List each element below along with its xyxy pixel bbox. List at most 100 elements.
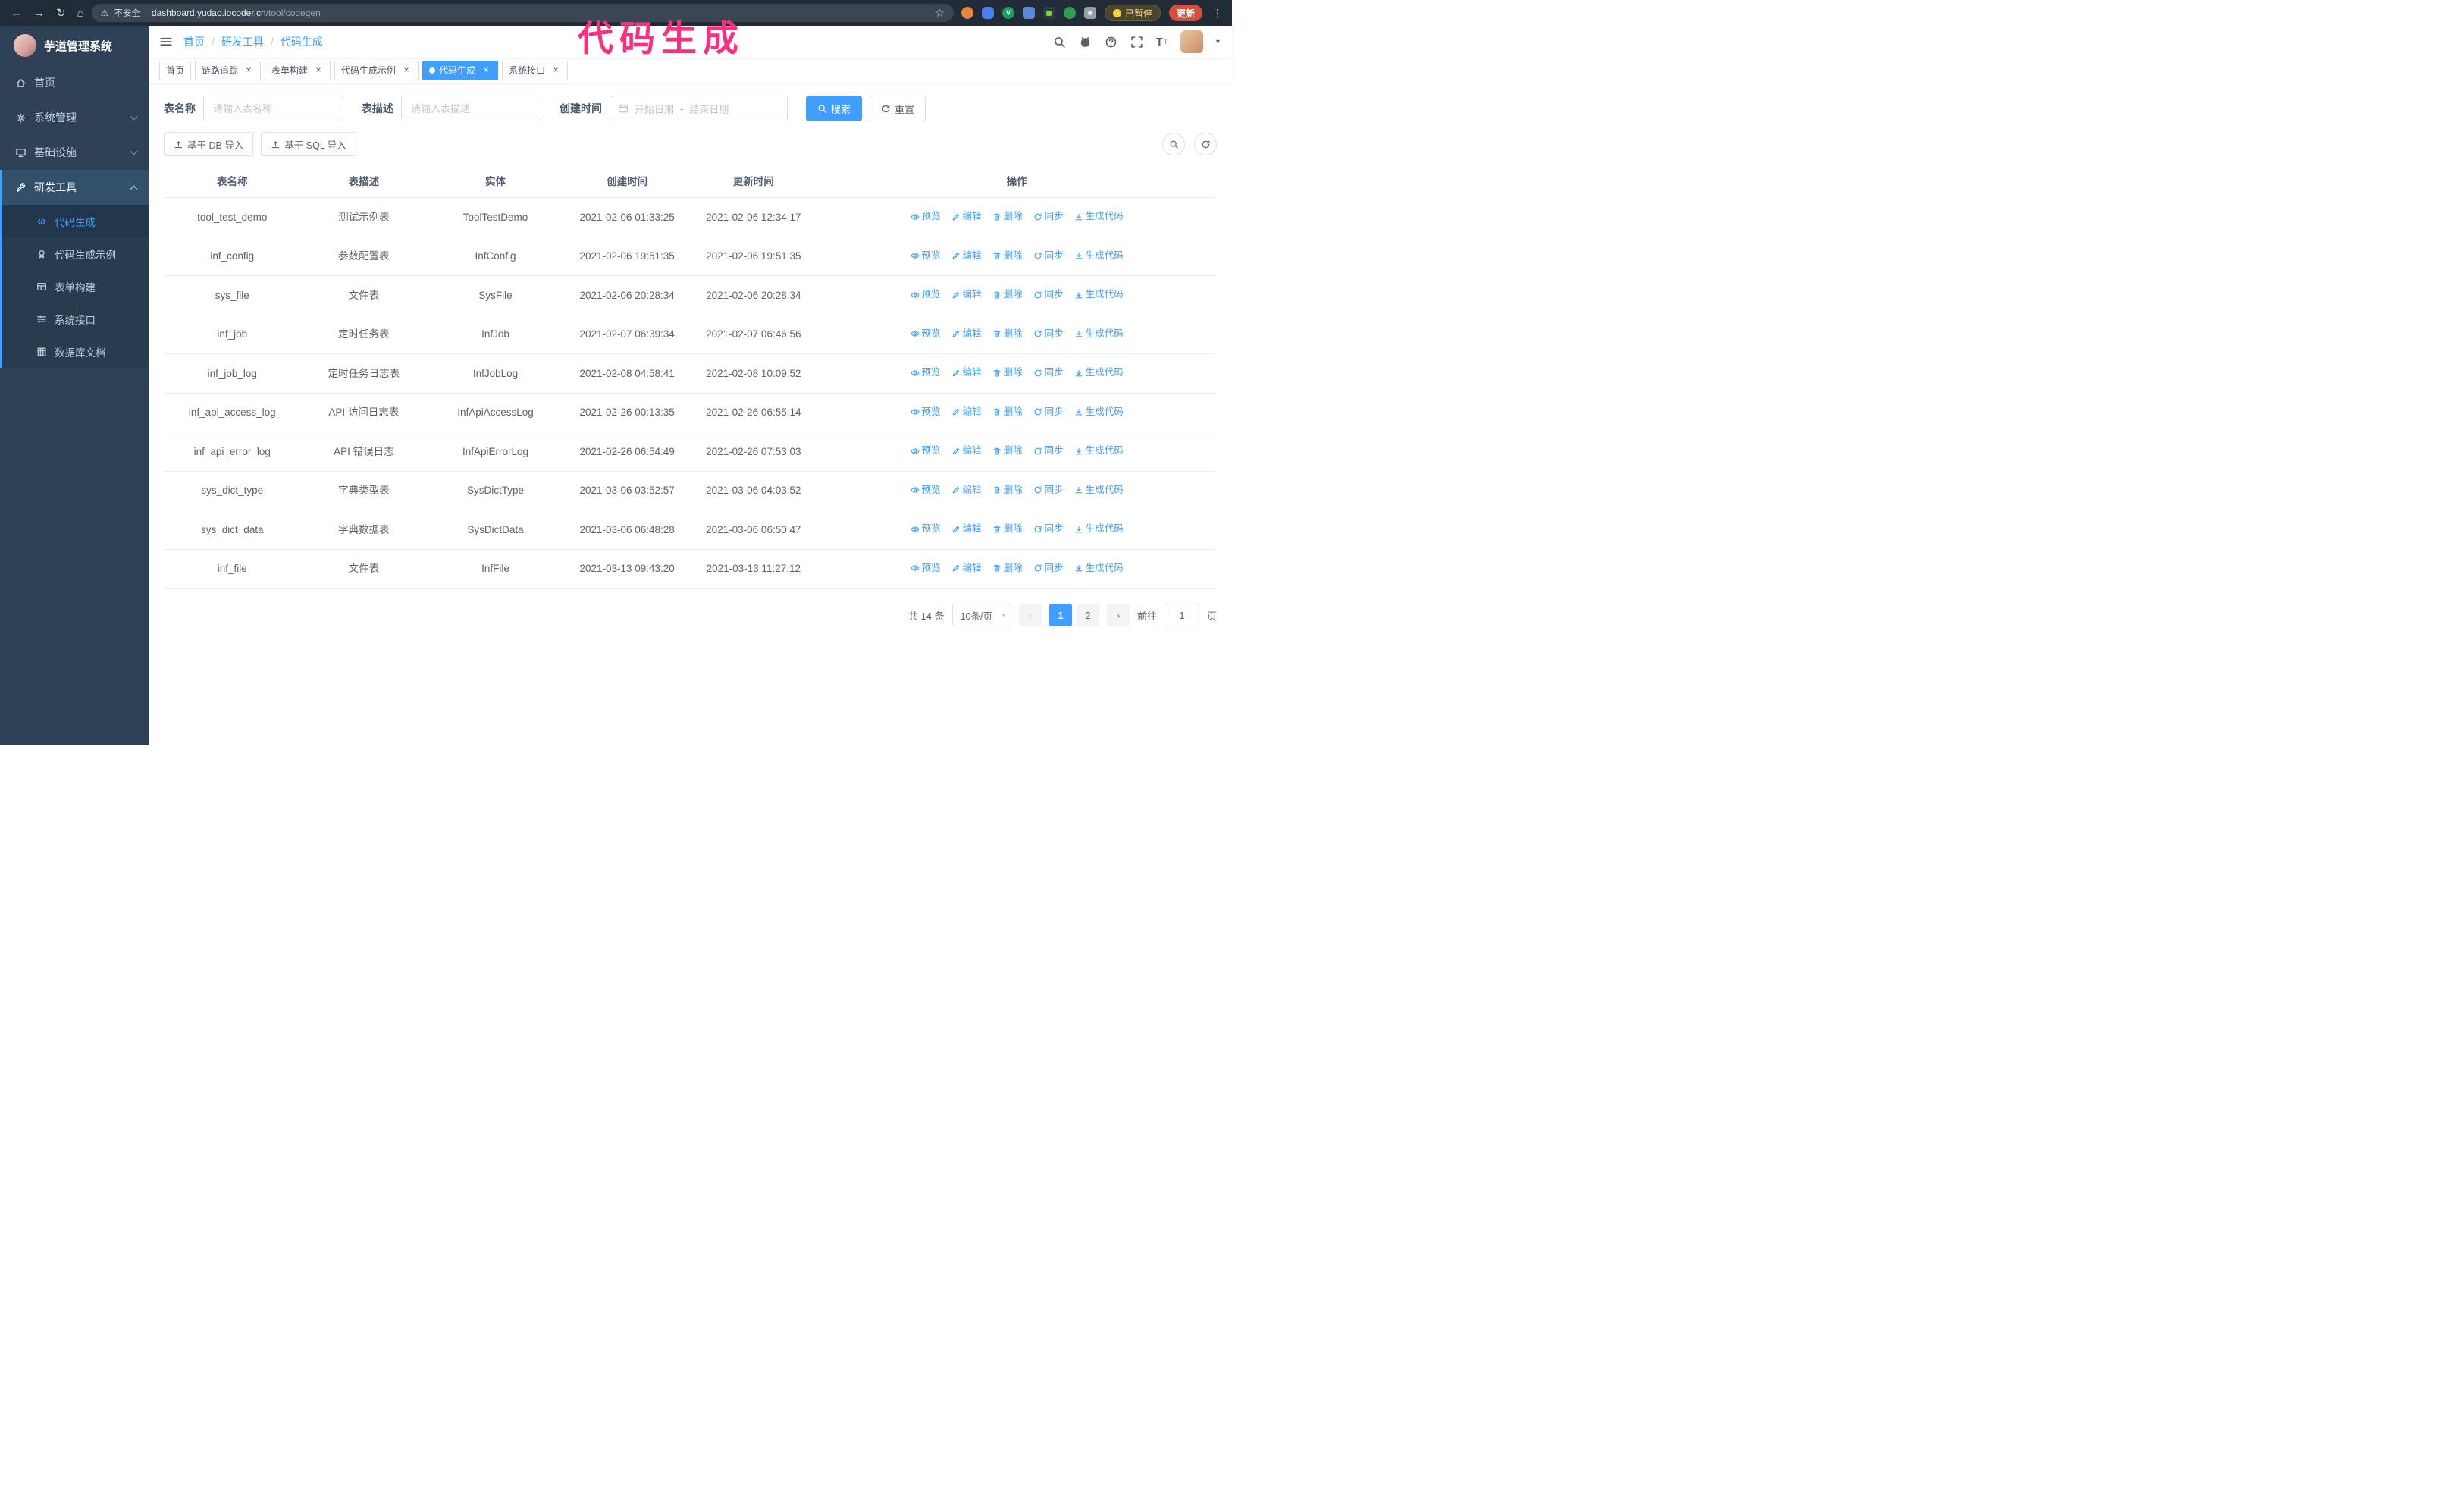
tab-系统接口[interactable]: 系统接口 ×	[502, 60, 569, 80]
sync-link[interactable]: 同步	[1033, 248, 1064, 264]
edit-link[interactable]: 编辑	[951, 248, 982, 264]
browser-home-button[interactable]: ⌂	[77, 8, 84, 19]
browser-menu-icon[interactable]: ⋮	[1211, 7, 1224, 20]
delete-link[interactable]: 删除	[992, 443, 1023, 459]
help-icon[interactable]	[1105, 36, 1118, 49]
generate-code-link[interactable]: 生成代码	[1074, 365, 1124, 381]
edit-link[interactable]: 编辑	[951, 209, 982, 224]
sidebar-item-首页[interactable]: 首页	[0, 65, 149, 100]
edit-link[interactable]: 编辑	[951, 521, 982, 537]
delete-link[interactable]: 删除	[992, 404, 1023, 420]
preview-link[interactable]: 预览	[911, 404, 941, 420]
breadcrumb-item[interactable]: 研发工具	[221, 34, 264, 49]
edit-link[interactable]: 编辑	[951, 365, 982, 381]
font-size-icon[interactable]: TT	[1156, 36, 1168, 49]
extension-icon[interactable]	[1063, 7, 1076, 19]
preview-link[interactable]: 预览	[911, 326, 941, 342]
generate-code-link[interactable]: 生成代码	[1074, 326, 1124, 342]
sync-link[interactable]: 同步	[1033, 209, 1064, 224]
user-avatar[interactable]	[1180, 30, 1203, 53]
delete-link[interactable]: 删除	[992, 560, 1023, 576]
generate-code-link[interactable]: 生成代码	[1074, 521, 1124, 537]
tab-首页[interactable]: 首页	[159, 60, 192, 80]
edit-link[interactable]: 编辑	[951, 404, 982, 420]
generate-code-link[interactable]: 生成代码	[1074, 443, 1124, 459]
user-menu-caret-icon[interactable]: ▾	[1216, 38, 1220, 46]
create-time-range-picker[interactable]: 开始日期 - 结束日期	[610, 96, 788, 121]
sidebar-item-基础设施[interactable]: 基础设施	[0, 135, 149, 170]
delete-link[interactable]: 删除	[992, 365, 1023, 381]
sidebar-item-系统接口[interactable]: 系统接口	[2, 303, 149, 335]
page-size-select[interactable]: 10条/页 ▾	[951, 604, 1011, 626]
preview-link[interactable]: 预览	[911, 365, 941, 381]
table-desc-input[interactable]	[401, 96, 541, 121]
edit-link[interactable]: 编辑	[951, 443, 982, 459]
table-name-input[interactable]	[203, 96, 343, 121]
page-goto-input[interactable]	[1164, 604, 1199, 626]
address-bar[interactable]: ⚠ 不安全 dashboard.yudao.iocoder.cn/tool/co…	[91, 4, 954, 22]
preview-link[interactable]: 预览	[911, 482, 941, 498]
sidebar-item-系统管理[interactable]: 系统管理	[0, 100, 149, 135]
sidebar-item-表单构建[interactable]: 表单构建	[2, 270, 149, 303]
sidebar-item-代码生成示例[interactable]: 代码生成示例	[2, 237, 149, 270]
sync-link[interactable]: 同步	[1033, 365, 1064, 381]
tab-代码生成[interactable]: 代码生成 ×	[422, 60, 499, 80]
sidebar-item-研发工具[interactable]: 研发工具	[2, 170, 149, 205]
fullscreen-icon[interactable]	[1130, 36, 1143, 49]
sync-link[interactable]: 同步	[1033, 560, 1064, 576]
close-icon[interactable]: ×	[481, 64, 491, 76]
browser-update-button[interactable]: 更新	[1168, 5, 1202, 21]
delete-link[interactable]: 删除	[992, 287, 1023, 303]
generate-code-link[interactable]: 生成代码	[1074, 248, 1124, 264]
delete-link[interactable]: 删除	[992, 521, 1023, 537]
extension-icon[interactable]: V	[1002, 7, 1014, 19]
sync-link[interactable]: 同步	[1033, 482, 1064, 498]
edit-link[interactable]: 编辑	[951, 560, 982, 576]
bookmark-star-icon[interactable]: ☆	[935, 7, 945, 20]
generate-code-link[interactable]: 生成代码	[1074, 404, 1124, 420]
reset-button[interactable]: 重置	[870, 96, 926, 121]
page-button-1[interactable]: 1	[1049, 604, 1072, 626]
preview-link[interactable]: 预览	[911, 560, 941, 576]
header-search-icon[interactable]	[1053, 36, 1066, 49]
sync-link[interactable]: 同步	[1033, 404, 1064, 420]
browser-forward-button[interactable]: →	[33, 8, 45, 19]
import-db-button[interactable]: 基于 DB 导入	[164, 132, 254, 156]
close-icon[interactable]: ×	[550, 64, 561, 76]
toggle-search-button[interactable]	[1162, 133, 1185, 155]
preview-link[interactable]: 预览	[911, 248, 941, 264]
preview-link[interactable]: 预览	[911, 209, 941, 224]
extension-icon[interactable]	[1022, 7, 1035, 19]
delete-link[interactable]: 删除	[992, 326, 1023, 342]
refresh-table-button[interactable]	[1194, 133, 1217, 155]
extension-icon[interactable]	[1042, 7, 1055, 19]
sidebar-item-代码生成[interactable]: 代码生成	[2, 205, 149, 237]
preview-link[interactable]: 预览	[911, 443, 941, 459]
close-icon[interactable]: ×	[401, 64, 412, 76]
delete-link[interactable]: 删除	[992, 482, 1023, 498]
browser-reload-button[interactable]: ↻	[56, 8, 66, 19]
import-sql-button[interactable]: 基于 SQL 导入	[261, 132, 356, 156]
sync-link[interactable]: 同步	[1033, 326, 1064, 342]
edit-link[interactable]: 编辑	[951, 482, 982, 498]
search-button[interactable]: 搜索	[806, 96, 863, 121]
sync-link[interactable]: 同步	[1033, 521, 1064, 537]
tab-代码生成示例[interactable]: 代码生成示例 ×	[334, 60, 419, 80]
generate-code-link[interactable]: 生成代码	[1074, 287, 1124, 303]
edit-link[interactable]: 编辑	[951, 326, 982, 342]
puzzle-extensions-icon[interactable]	[1083, 7, 1096, 19]
delete-link[interactable]: 删除	[992, 209, 1023, 224]
tab-链路追踪[interactable]: 链路追踪 ×	[195, 60, 262, 80]
extension-icon[interactable]	[961, 7, 973, 19]
breadcrumb-item[interactable]: 代码生成	[281, 34, 323, 49]
generate-code-link[interactable]: 生成代码	[1074, 209, 1124, 224]
tab-表单构建[interactable]: 表单构建 ×	[265, 60, 331, 80]
generate-code-link[interactable]: 生成代码	[1074, 482, 1124, 498]
delete-link[interactable]: 删除	[992, 248, 1023, 264]
close-icon[interactable]: ×	[313, 64, 324, 76]
sidebar-toggle-icon[interactable]	[149, 35, 183, 49]
page-button-2[interactable]: 2	[1076, 604, 1099, 626]
breadcrumb-item[interactable]: 首页	[183, 34, 205, 49]
preview-link[interactable]: 预览	[911, 287, 941, 303]
prev-page-button[interactable]: ‹	[1018, 604, 1042, 626]
